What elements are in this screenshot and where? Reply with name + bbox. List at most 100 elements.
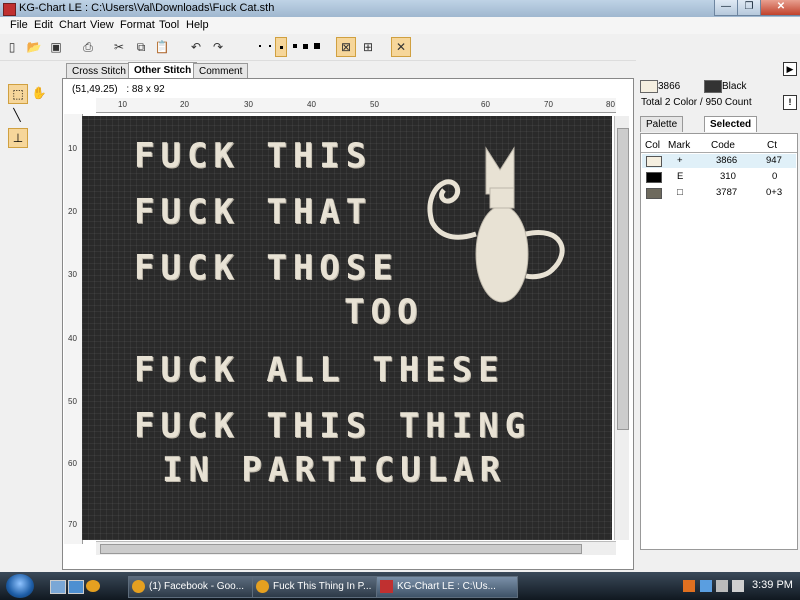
- copy-icon[interactable]: ⧉: [131, 37, 151, 57]
- ruler-v-label: 20: [68, 207, 77, 216]
- row-count: 0+3: [766, 187, 783, 198]
- stitch-size-2-icon[interactable]: [269, 45, 271, 47]
- table-row[interactable]: □ 3787 0+3: [642, 186, 796, 200]
- save-icon[interactable]: ▣: [46, 37, 66, 57]
- chart-size: : 88 x 92: [126, 84, 165, 95]
- ruler-v-label: 40: [68, 334, 77, 343]
- row-code: 3787: [716, 187, 738, 198]
- color-totals: Total 2 Color / 950 Count: [641, 97, 752, 108]
- tray-app-icon[interactable]: [683, 580, 695, 592]
- info-button[interactable]: !: [783, 95, 797, 110]
- stitch-size-5-icon[interactable]: [303, 44, 308, 49]
- grid-view-icon[interactable]: ⊠: [336, 37, 356, 57]
- app-icon: [380, 580, 393, 593]
- vertical-scrollbar[interactable]: [614, 116, 629, 540]
- close-button[interactable]: ✕: [760, 0, 800, 16]
- table-row[interactable]: E 310 0: [642, 170, 796, 184]
- cross-stitch-icon[interactable]: ✕: [391, 37, 411, 57]
- menu-tool[interactable]: Tool: [159, 19, 179, 31]
- open-folder-icon[interactable]: 📂: [24, 37, 44, 57]
- taskbar-item-label: Fuck This Thing In P...: [273, 581, 372, 592]
- print-icon[interactable]: ⎙: [78, 37, 98, 57]
- ruler-v-label: 30: [68, 270, 77, 279]
- redo-icon[interactable]: ↷: [208, 37, 228, 57]
- network-icon[interactable]: [700, 580, 712, 592]
- start-button[interactable]: [6, 574, 34, 598]
- scroll-thumb[interactable]: [617, 128, 629, 430]
- line-tool-icon[interactable]: ╲: [8, 106, 26, 124]
- stamp-tool-icon[interactable]: ⊥: [8, 128, 28, 148]
- paste-icon[interactable]: 📋: [152, 37, 172, 57]
- power-icon[interactable]: [732, 580, 744, 592]
- chart-text-line: FUCK THIS: [134, 136, 373, 176]
- tab-selected[interactable]: Selected: [704, 116, 758, 132]
- row-mark: □: [677, 187, 683, 198]
- volume-icon[interactable]: [716, 580, 728, 592]
- new-file-icon[interactable]: ▯: [2, 37, 22, 57]
- ruler-h-label: 30: [244, 100, 253, 109]
- tab-palette[interactable]: Palette: [640, 116, 684, 132]
- hand-tool-icon[interactable]: ✋: [30, 84, 48, 102]
- panel-expand-button[interactable]: ▶: [783, 62, 797, 76]
- explorer-icon[interactable]: [68, 580, 84, 594]
- ruler-v-label: 70: [68, 520, 77, 529]
- app-icon: [3, 3, 16, 16]
- horizontal-ruler: 10 20 30 40 50 60 70 80: [96, 98, 616, 113]
- stitch-size-6-icon[interactable]: [314, 43, 320, 49]
- menu-help[interactable]: Help: [186, 19, 209, 31]
- toolbar: ▯ 📂 ▣ ⎙ ✂ ⧉ 📋 ↶ ↷ ⊠ ⊞ ✕: [0, 34, 800, 61]
- restore-button[interactable]: ❐: [737, 0, 761, 16]
- minimize-button[interactable]: —: [714, 0, 738, 16]
- taskbar-item-pattern-page[interactable]: Fuck This Thing In P...: [252, 576, 392, 598]
- ruler-h-label: 20: [180, 100, 189, 109]
- row-count: 947: [766, 155, 782, 166]
- taskbar-item-facebook[interactable]: (1) Facebook - Goo...: [128, 576, 270, 598]
- window-title: KG-Chart LE : C:\Users\Val\Downloads\Fuc…: [19, 2, 275, 14]
- horizontal-scrollbar[interactable]: [96, 541, 616, 555]
- stitch-size-3-icon[interactable]: [275, 37, 287, 57]
- cursor-coordinates: (51,49.25) : 88 x 92: [72, 84, 165, 95]
- table-row[interactable]: + 3866 947: [642, 154, 796, 168]
- cut-icon[interactable]: ✂: [109, 37, 129, 57]
- menu-view[interactable]: View: [90, 19, 114, 31]
- chart-text-line: IN PARTICULAR: [162, 450, 507, 490]
- taskbar-item-kg-chart[interactable]: KG-Chart LE : C:\Us...: [376, 576, 518, 598]
- row-color-swatch: [646, 172, 662, 183]
- ruler-h-label: 40: [307, 100, 316, 109]
- menu-format[interactable]: Format: [120, 19, 155, 31]
- tab-other-stitch[interactable]: Other Stitch: [128, 62, 198, 79]
- menu-file[interactable]: File: [10, 19, 28, 31]
- menu-chart[interactable]: Chart: [59, 19, 86, 31]
- swatch-3866: [640, 80, 658, 93]
- col-header-mark: Mark: [668, 140, 691, 151]
- show-desktop-icon[interactable]: [50, 580, 66, 594]
- taskbar-item-label: (1) Facebook - Goo...: [149, 581, 245, 592]
- ruler-v-label: 60: [68, 459, 77, 468]
- stitch-size-1-icon[interactable]: [259, 45, 261, 47]
- menu-edit[interactable]: Edit: [34, 19, 53, 31]
- chrome-icon[interactable]: [86, 580, 100, 592]
- header-divider: [641, 152, 797, 153]
- thread-table: Col Mark Code Ct + 3866 947 E 310 0 □ 37…: [640, 133, 798, 550]
- chart-text-line: FUCK THAT: [134, 192, 373, 232]
- select-tool-icon[interactable]: ⬚: [8, 84, 28, 104]
- row-code: 3866: [716, 155, 738, 166]
- chrome-icon: [256, 580, 269, 593]
- clock[interactable]: 3:39 PM: [752, 579, 793, 591]
- col-header-code: Code: [711, 140, 735, 151]
- swatch-3866-label: 3866: [658, 81, 681, 92]
- stitch-size-4-icon[interactable]: [293, 44, 297, 48]
- stitch-chart[interactable]: FUCK THIS FUCK THAT FUCK THOSE TOO FUCK …: [82, 116, 612, 540]
- undo-icon[interactable]: ↶: [186, 37, 206, 57]
- vertical-ruler: 10 20 30 40 50 60 70: [64, 114, 83, 544]
- ruler-h-label: 70: [544, 100, 553, 109]
- left-toolbox: ⬚ ✋ ╲ ⊥: [0, 78, 60, 568]
- row-color-swatch: [646, 188, 662, 199]
- grid-lines-icon[interactable]: ⊞: [358, 37, 378, 57]
- taskbar-item-label: KG-Chart LE : C:\Us...: [397, 581, 496, 592]
- tab-comment[interactable]: Comment: [193, 63, 249, 79]
- row-count: 0: [772, 171, 778, 182]
- tab-cross-stitch[interactable]: Cross Stitch: [66, 63, 132, 79]
- menu-bar: File Edit Chart View Format Tool Help: [0, 17, 800, 34]
- scroll-thumb[interactable]: [100, 544, 582, 554]
